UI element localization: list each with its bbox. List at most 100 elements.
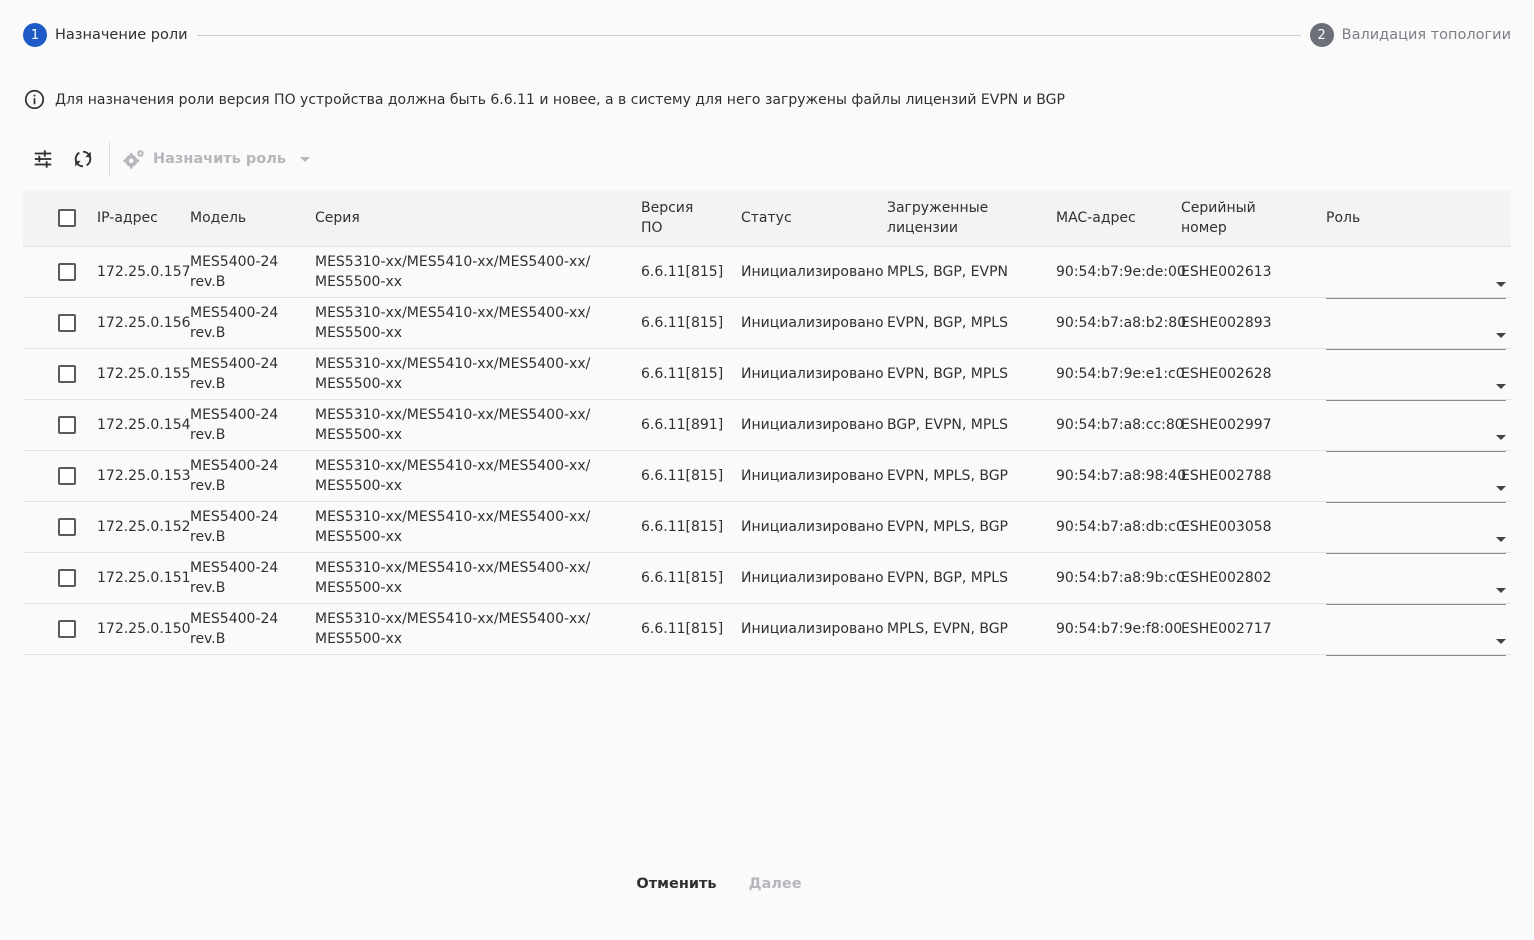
role-select[interactable]	[1326, 561, 1506, 605]
toolbar: Назначить роль	[23, 136, 311, 182]
role-select[interactable]	[1326, 408, 1506, 452]
cell-licenses: EVPN, MPLS, BGP	[887, 468, 1008, 484]
row-checkbox[interactable]	[58, 365, 76, 383]
header-mac[interactable]: MAC-адрес	[1056, 208, 1181, 228]
role-select[interactable]	[1326, 357, 1506, 401]
cell-serial: ESHE002788	[1181, 468, 1272, 484]
cell-version: 6.6.11[815]	[641, 366, 724, 382]
chevron-down-icon	[1496, 486, 1506, 491]
table-body: 172.25.0.157 MES5400-24 rev.B MES5310-xx/ME…	[23, 247, 1511, 656]
table-row[interactable]: 172.25.0.150 MES5400-24 rev.B MES5310-xx/ME…	[23, 604, 1511, 656]
cell-licenses: BGP, EVPN, MPLS	[887, 417, 1008, 433]
role-select[interactable]	[1326, 459, 1506, 503]
table-row[interactable]: 172.25.0.157 MES5400-24 rev.B MES5310-xx/ME…	[23, 247, 1511, 299]
table-row[interactable]: 172.25.0.155 MES5400-24 rev.B MES5310-xx/ME…	[23, 349, 1511, 401]
row-checkbox[interactable]	[58, 467, 76, 485]
cell-series: MES5310-xx/MES5410-xx/MES5400-xx/MES5500…	[315, 458, 591, 494]
stepper-connector	[196, 34, 1301, 36]
cell-series: MES5310-xx/MES5410-xx/MES5400-xx/MES5500…	[315, 407, 591, 443]
cell-status: Инициализировано	[741, 519, 884, 535]
cell-mac: 90:54:b7:a8:98:40	[1056, 468, 1187, 484]
assign-role-label: Назначить роль	[153, 151, 287, 167]
header-role[interactable]: Роль	[1326, 208, 1506, 228]
assign-role-button[interactable]: Назначить роль	[122, 148, 311, 170]
table-row[interactable]: 172.25.0.156 MES5400-24 rev.B MES5310-xx/ME…	[23, 298, 1511, 350]
chevron-down-icon	[1496, 639, 1506, 644]
cell-model: MES5400-24 rev.B	[190, 560, 279, 596]
select-all-checkbox[interactable]	[58, 209, 76, 227]
table-row[interactable]: 172.25.0.153 MES5400-24 rev.B MES5310-xx/ME…	[23, 451, 1511, 503]
cell-series: MES5310-xx/MES5410-xx/MES5400-xx/MES5500…	[315, 509, 591, 545]
cell-ip: 172.25.0.151	[97, 570, 191, 586]
table-row[interactable]: 172.25.0.154 MES5400-24 rev.B MES5310-xx/ME…	[23, 400, 1511, 452]
cell-version: 6.6.11[815]	[641, 264, 724, 280]
header-licenses[interactable]: Загруженные лицензии	[887, 198, 1056, 238]
header-status[interactable]: Статус	[741, 208, 887, 228]
info-circle-icon	[24, 89, 45, 110]
row-checkbox[interactable]	[58, 263, 76, 281]
header-ip[interactable]: IP-адрес	[97, 208, 190, 228]
cell-status: Инициализировано	[741, 264, 884, 280]
refresh-button[interactable]	[65, 141, 101, 177]
cell-mac: 90:54:b7:9e:de:00	[1056, 264, 1186, 280]
sliders-icon	[34, 150, 52, 168]
row-checkbox[interactable]	[58, 314, 76, 332]
cell-series: MES5310-xx/MES5410-xx/MES5400-xx/MES5500…	[315, 254, 591, 290]
header-model[interactable]: Модель	[190, 208, 315, 228]
cell-mac: 90:54:b7:a8:9b:c0	[1056, 570, 1185, 586]
next-button[interactable]: Далее	[749, 876, 802, 892]
cancel-button[interactable]: Отменить	[636, 876, 716, 892]
cell-licenses: EVPN, BGP, MPLS	[887, 315, 1008, 331]
cell-series: MES5310-xx/MES5410-xx/MES5400-xx/MES5500…	[315, 611, 591, 647]
cell-status: Инициализировано	[741, 570, 884, 586]
row-checkbox[interactable]	[58, 416, 76, 434]
cell-licenses: EVPN, BGP, MPLS	[887, 366, 1008, 382]
cell-ip: 172.25.0.152	[97, 519, 191, 535]
gears-icon	[123, 150, 144, 169]
cell-version: 6.6.11[891]	[641, 417, 724, 433]
cell-serial: ESHE003058	[1181, 519, 1272, 535]
cell-ip: 172.25.0.157	[97, 264, 191, 280]
role-select[interactable]	[1326, 306, 1506, 350]
info-text: Для назначения роли версия ПО устройства…	[55, 91, 1065, 108]
cell-serial: ESHE002717	[1181, 621, 1272, 637]
cell-model: MES5400-24 rev.B	[190, 254, 279, 290]
header-series[interactable]: Серия	[315, 208, 641, 228]
cell-status: Инициализировано	[741, 468, 884, 484]
cell-series: MES5310-xx/MES5410-xx/MES5400-xx/MES5500…	[315, 560, 591, 596]
role-select[interactable]	[1326, 612, 1506, 656]
cell-series: MES5310-xx/MES5410-xx/MES5400-xx/MES5500…	[315, 305, 591, 341]
chevron-down-icon	[1496, 588, 1506, 593]
step-2-label: Валидация топологии	[1341, 27, 1511, 43]
chevron-down-icon	[1496, 537, 1506, 542]
table-header: IP-адрес Модель Серия Версия ПО Статус За…	[23, 190, 1511, 247]
table-row[interactable]: 172.25.0.152 MES5400-24 rev.B MES5310-xx/ME…	[23, 502, 1511, 554]
info-message: Для назначения роли версия ПО устройства…	[24, 89, 1065, 110]
step-1-label: Назначение роли	[55, 27, 188, 43]
role-select[interactable]	[1326, 255, 1506, 299]
row-checkbox[interactable]	[58, 620, 76, 638]
toolbar-divider	[109, 142, 110, 176]
role-select[interactable]	[1326, 510, 1506, 554]
cell-status: Инициализировано	[741, 621, 884, 637]
cell-version: 6.6.11[815]	[641, 621, 724, 637]
cell-licenses: MPLS, BGP, EVPN	[887, 264, 1008, 280]
header-serial[interactable]: Серийный номер	[1181, 198, 1326, 238]
cell-model: MES5400-24 rev.B	[190, 407, 279, 443]
cell-mac: 90:54:b7:9e:f8:00	[1056, 621, 1183, 637]
cell-model: MES5400-24 rev.B	[190, 305, 279, 341]
step-2: 2 Валидация топологии	[1309, 23, 1511, 47]
cell-licenses: EVPN, MPLS, BGP	[887, 519, 1008, 535]
header-version[interactable]: Версия ПО	[641, 198, 741, 238]
row-checkbox[interactable]	[58, 518, 76, 536]
step-1: 1 Назначение роли	[23, 23, 188, 47]
cell-mac: 90:54:b7:a8:b2:80	[1056, 315, 1187, 331]
step-2-number: 2	[1309, 23, 1334, 47]
chevron-down-icon	[1496, 384, 1506, 389]
row-checkbox[interactable]	[58, 569, 76, 587]
cell-version: 6.6.11[815]	[641, 519, 724, 535]
cell-ip: 172.25.0.154	[97, 417, 191, 433]
cell-status: Инициализировано	[741, 315, 884, 331]
table-row[interactable]: 172.25.0.151 MES5400-24 rev.B MES5310-xx/ME…	[23, 553, 1511, 605]
filter-button[interactable]	[25, 141, 61, 177]
